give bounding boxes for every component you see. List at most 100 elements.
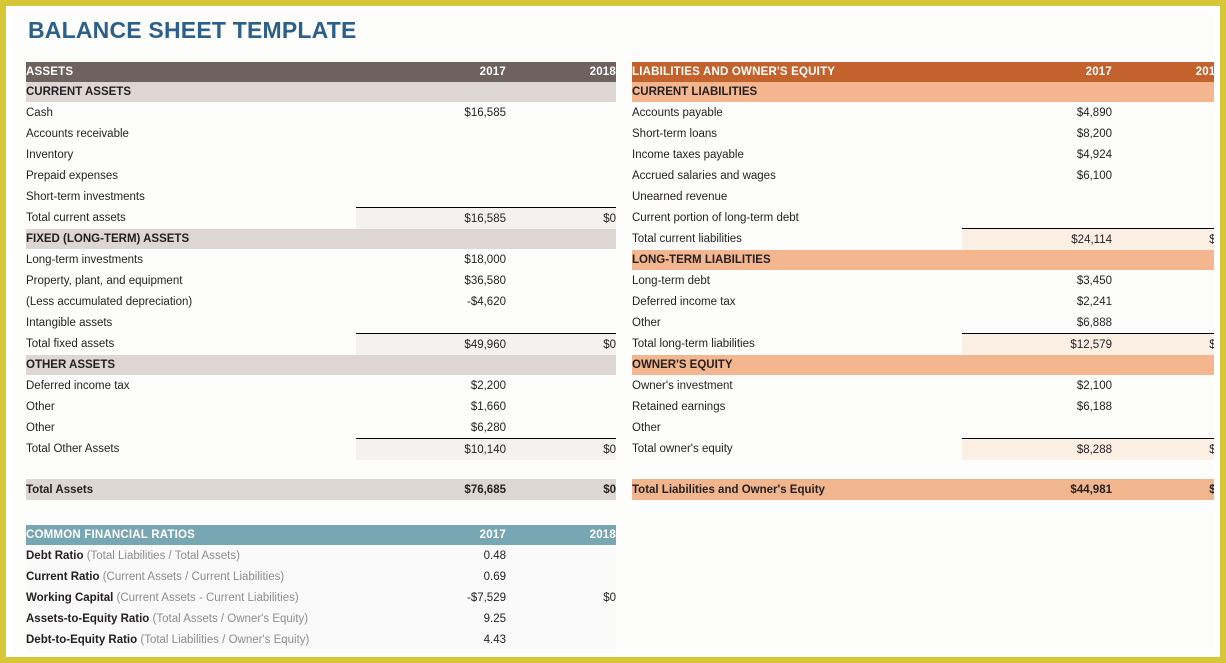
section-header-label: CURRENT ASSETS — [26, 82, 356, 102]
section-header-2017 — [962, 355, 1112, 375]
row-label: Property, plant, and equipment — [26, 274, 183, 287]
row-value-2018 — [1112, 417, 1214, 439]
row-label: Current portion of long-term debt — [632, 211, 799, 224]
section-header-2018 — [1112, 250, 1214, 270]
ratio-label-cell: Assets-to-Equity Ratio (Total Assets / O… — [26, 608, 356, 629]
row-value-2017: $4,924 — [1076, 148, 1112, 161]
ratio-value-2017: -$7,529 — [356, 587, 506, 608]
financial-ratios-table: COMMON FINANCIAL RATIOS 2017 2018 Debt Rati… — [26, 525, 616, 653]
row-value-2018 — [1112, 123, 1214, 144]
row-value-2018 — [1112, 312, 1214, 334]
ratio-label-cell: Debt Ratio (Total Liabilities / Total As… — [26, 545, 356, 566]
table-row[interactable]: Long-term debt $3,450 — [632, 270, 1214, 291]
section-header-2018 — [506, 229, 616, 249]
table-row[interactable]: (Less accumulated depreciation) -$4,620 — [26, 291, 616, 312]
table-row[interactable]: Deferred income tax $2,241 — [632, 291, 1214, 312]
table-row[interactable]: Current portion of long-term debt — [632, 207, 1214, 229]
subtotal-2017: $12,579 — [962, 333, 1112, 355]
table-row[interactable]: Unearned revenue — [632, 186, 1214, 207]
table-row[interactable]: Accrued salaries and wages $6,100 — [632, 165, 1214, 186]
subtotal-2017: $49,960 — [356, 333, 506, 355]
ratios-grid: COMMON FINANCIAL RATIOS 2017 2018 Debt Rati… — [26, 525, 616, 653]
row-label: Inventory — [26, 148, 74, 161]
assets-grid: ASSETS 2017 2018 CURRENT ASSETS Cash $16,585 A… — [26, 62, 616, 500]
table-row[interactable]: Inventory — [26, 144, 616, 165]
section-header-2017 — [356, 355, 506, 375]
row-value-2017: $6,100 — [1076, 169, 1112, 182]
liabilities-header-row: LIABILITIES AND OWNER'S EQUITY20172018 — [632, 62, 1214, 82]
table-row[interactable]: Accounts payable $4,890 — [632, 102, 1214, 123]
subtotal-2017: $16,585 — [356, 207, 506, 229]
section-header-2018 — [1112, 82, 1214, 102]
assets-table: ASSETS 2017 2018 CURRENT ASSETS Cash $16,585 A… — [26, 62, 616, 500]
section-header-label: FIXED (LONG-TERM) ASSETS — [26, 229, 356, 249]
ratio-value-2017: 9.25 — [356, 608, 506, 629]
table-row[interactable]: Retained earnings $6,188 — [632, 396, 1214, 417]
table-row[interactable]: Cash $16,585 — [26, 102, 616, 123]
row-label: Other — [26, 421, 55, 434]
subtotal-2018: $0 — [1112, 333, 1214, 355]
table-row[interactable]: Owner's investment $2,100 — [632, 375, 1214, 396]
row-value-2017 — [962, 186, 1112, 207]
table-row[interactable]: Long-term investments $18,000 — [26, 249, 616, 270]
row-value-2017 — [356, 312, 506, 334]
row-label: Deferred income tax — [26, 379, 130, 392]
assets-header-row: ASSETS 2017 2018 — [26, 62, 616, 82]
row-value-2017: $8,200 — [1076, 127, 1112, 140]
liabilities-grid: LIABILITIES AND OWNER'S EQUITY20172018CU… — [632, 62, 1214, 500]
row-value-2018 — [1112, 291, 1214, 312]
ratio-row[interactable]: Working Capital (Current Assets - Curren… — [26, 587, 616, 608]
table-row[interactable]: Prepaid expenses — [26, 165, 616, 186]
table-row[interactable]: Short-term investments — [26, 186, 616, 208]
row-value-2018 — [1112, 165, 1214, 186]
section-header-2017 — [356, 229, 506, 249]
ratio-name: Current Ratio — [26, 570, 100, 583]
ratio-description: (Total Liabilities / Total Assets) — [86, 549, 240, 562]
liabilities-header-2017: 2017 — [962, 62, 1112, 82]
subtotal-2018: $0 — [506, 333, 616, 355]
row-value-2017: $4,890 — [1076, 106, 1112, 119]
table-row[interactable]: Other — [632, 417, 1214, 439]
spacer-row — [632, 460, 1214, 479]
ratio-row[interactable]: Assets-to-Equity Ratio (Total Assets / O… — [26, 608, 616, 629]
ratios-header-2018: 2018 — [506, 525, 616, 545]
row-value-2017: -$4,620 — [466, 295, 506, 308]
ratios-header-label: COMMON FINANCIAL RATIOS — [26, 525, 356, 545]
spacer-cell — [506, 460, 616, 479]
ratio-value-2018 — [506, 566, 616, 587]
table-row[interactable]: Property, plant, and equipment $36,580 — [26, 270, 616, 291]
subtotal-2018: $0 — [506, 438, 616, 460]
subtotal-row: Total Other Assets $10,140 $0 — [26, 438, 616, 460]
row-label: Deferred income tax — [632, 295, 736, 308]
table-row[interactable]: Other $6,280 — [26, 417, 616, 439]
table-row[interactable]: Accounts receivable — [26, 123, 616, 144]
ratio-value-2017: 0.48 — [356, 545, 506, 566]
table-row[interactable]: Income taxes payable $4,924 — [632, 144, 1214, 165]
row-value-2017: $3,450 — [1076, 274, 1112, 287]
ratios-bottom-pad — [26, 650, 616, 653]
row-value-2017 — [356, 165, 506, 186]
subtotal-2018: $0 — [506, 207, 616, 229]
ratios-header-2017: 2017 — [356, 525, 506, 545]
row-value-2018 — [506, 186, 616, 208]
row-value-2018 — [1112, 375, 1214, 396]
row-value-2017 — [356, 186, 506, 208]
row-label: (Less accumulated depreciation) — [26, 295, 193, 308]
table-row[interactable]: Short-term loans $8,200 — [632, 123, 1214, 144]
row-value-2017: $36,580 — [464, 274, 506, 287]
ratio-row[interactable]: Debt-to-Equity Ratio (Total Liabilities … — [26, 629, 616, 650]
ratio-row[interactable]: Current Ratio (Current Assets / Current … — [26, 566, 616, 587]
section-header-row: OWNER'S EQUITY — [632, 355, 1214, 375]
ratio-row[interactable]: Debt Ratio (Total Liabilities / Total As… — [26, 545, 616, 566]
table-row[interactable]: Other $6,888 — [632, 312, 1214, 334]
subtotal-label: Total current assets — [26, 212, 126, 225]
row-value-2018 — [506, 249, 616, 270]
table-row[interactable]: Deferred income tax $2,200 — [26, 375, 616, 396]
row-label: Accrued salaries and wages — [632, 169, 776, 182]
ratio-value-2017: 4.43 — [356, 629, 506, 650]
grand-total-label: Total Assets — [26, 479, 356, 500]
row-value-2018 — [506, 144, 616, 165]
ratio-name: Debt Ratio — [26, 549, 84, 562]
table-row[interactable]: Other $1,660 — [26, 396, 616, 417]
table-row[interactable]: Intangible assets — [26, 312, 616, 334]
